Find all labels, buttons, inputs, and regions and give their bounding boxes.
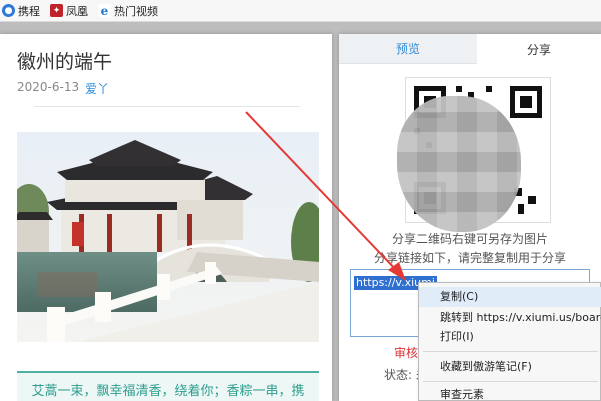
ctrip-icon: ● — [2, 4, 15, 17]
bookmark-hot-video[interactable]: e 热门视频 — [98, 3, 158, 19]
qr-caption: 分享二维码右键可另存为图片 — [391, 232, 548, 246]
article-author-link[interactable]: 爱丫 — [85, 80, 109, 97]
audit-status: 审核 — [394, 346, 419, 360]
context-menu-save-note[interactable]: 收藏到傲游笔记(F) — [419, 357, 601, 377]
article-title: 徽州的端午 — [17, 51, 113, 73]
context-menu: 复制(C) 跳转到 https://v.xiumi.us/board/v5/..… — [418, 282, 601, 401]
pixelated-mosaic — [397, 96, 521, 232]
tab-preview[interactable]: 预览 — [339, 34, 477, 64]
context-menu-print[interactable]: 打印(I) — [419, 327, 601, 347]
bookmark-label: 热门视频 — [114, 4, 158, 18]
context-menu-goto[interactable]: 跳转到 https://v.xiumi.us/board/v5/... — [419, 308, 601, 328]
article-quote: 艾蒿一束，飘幸福清香，绕着你；香粽一串，携 — [17, 371, 319, 401]
context-menu-copy[interactable]: 复制(C) — [419, 287, 601, 307]
article-date: 2020-6-13 — [17, 80, 80, 94]
divider — [34, 106, 300, 107]
ie-icon: e — [98, 4, 111, 18]
bookmark-label: 凤凰 — [66, 4, 88, 18]
bookmark-ifeng[interactable]: ✦ 凤凰 — [50, 3, 88, 19]
panel-tabs: 预览 分享 — [339, 34, 601, 64]
tab-share[interactable]: 分享 — [477, 34, 601, 64]
bookmark-label: 携程 — [18, 4, 40, 18]
context-menu-inspect[interactable]: 审查元素 — [419, 385, 601, 401]
menu-separator — [423, 351, 598, 352]
bookmark-ctrip[interactable]: ● 携程 — [2, 3, 40, 19]
article-photo — [17, 132, 319, 342]
menu-separator — [423, 381, 598, 382]
article-card: 徽州的端午 2020-6-13 爱丫 艾蒿一束，飘幸福清香，绕着你；香粽一串，携 — [0, 34, 332, 401]
bookmarks-bar: ● 携程 ✦ 凤凰 e 热门视频 — [0, 0, 601, 22]
ifeng-icon: ✦ — [50, 4, 63, 17]
link-caption: 分享链接如下，请完整复制用于分享 — [373, 251, 566, 265]
